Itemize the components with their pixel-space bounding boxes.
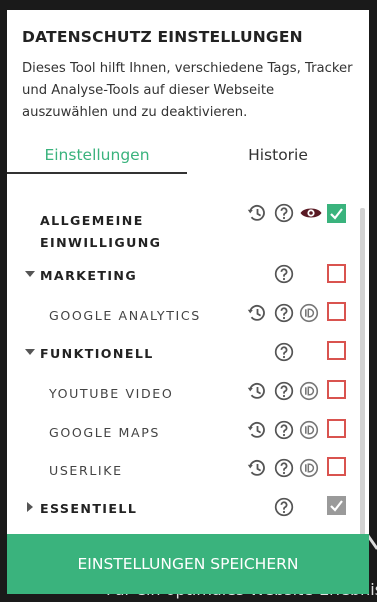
setting-label: YOUTUBE VIDEO [49,386,174,401]
setting-row-functional: FUNKTIONELL [7,341,357,368]
question-circle-icon[interactable] [274,420,294,440]
consent-checkbox-general[interactable] [327,204,346,223]
setting-label: MARKETING [40,268,138,283]
history-icon[interactable] [247,458,267,478]
setting-row-google-analytics: GOOGLE ANALYTICS [7,302,357,328]
consent-checkbox-functional[interactable] [327,341,346,360]
id-badge-icon[interactable] [299,458,319,478]
eye-icon[interactable] [299,203,323,223]
panel-description: Dieses Tool hilft Ihnen, verschiedene Ta… [22,61,353,120]
history-icon[interactable] [247,420,267,440]
id-badge-icon[interactable] [299,420,319,440]
consent-checkbox-marketing[interactable] [327,264,346,283]
collapse-caret-icon[interactable] [25,349,35,355]
setting-label: USERLIKE [49,463,123,478]
question-circle-icon[interactable] [274,381,294,401]
id-badge-icon[interactable] [299,381,319,401]
consent-checkbox-essential [327,496,346,515]
question-circle-icon[interactable] [274,264,294,284]
question-circle-icon[interactable] [274,342,294,362]
setting-label: ALLGEMEINE [40,213,144,228]
collapse-caret-icon[interactable] [25,271,35,277]
tab-bar: Einstellungen Historie [7,146,369,174]
consent-checkbox-youtube-video[interactable] [327,380,346,399]
question-circle-icon[interactable] [274,203,294,223]
history-icon[interactable] [247,381,267,401]
scrollbar[interactable] [360,208,365,536]
consent-checkbox-google-analytics[interactable] [327,302,346,321]
setting-label: GOOGLE MAPS [49,425,160,440]
question-circle-icon[interactable] [274,458,294,478]
setting-label: GOOGLE ANALYTICS [49,308,201,323]
panel-title: DATENSCHUTZ EINSTELLUNGEN [22,28,303,46]
consent-checkbox-google-maps[interactable] [327,419,346,438]
save-settings-button[interactable]: EINSTELLUNGEN SPEICHERN [7,534,369,594]
question-circle-icon[interactable] [274,303,294,323]
history-icon[interactable] [247,203,267,223]
setting-label: EINWILLIGUNG [40,235,162,250]
history-icon[interactable] [247,303,267,323]
setting-row-userlike: USERLIKE [7,457,357,483]
setting-label: ESSENTIELL [40,501,138,516]
expand-caret-icon[interactable] [27,502,33,512]
setting-row-marketing: MARKETING [7,264,357,290]
setting-row-essential: ESSENTIELL [7,496,357,523]
setting-row-google-maps: GOOGLE MAPS [7,419,357,445]
id-badge-icon[interactable] [299,303,319,323]
setting-label: FUNKTIONELL [40,346,154,361]
privacy-settings-panel: DATENSCHUTZ EINSTELLUNGEN Dieses Tool hi… [7,10,369,594]
tab-history[interactable]: Historie [187,146,369,172]
consent-checkbox-userlike[interactable] [327,457,346,476]
setting-row-youtube-video: YOUTUBE VIDEO [7,380,357,406]
setting-row-general-consent: ALLGEMEINE EINWILLIGUNG [7,203,357,254]
question-circle-icon[interactable] [274,497,294,517]
tab-settings[interactable]: Einstellungen [7,146,187,174]
